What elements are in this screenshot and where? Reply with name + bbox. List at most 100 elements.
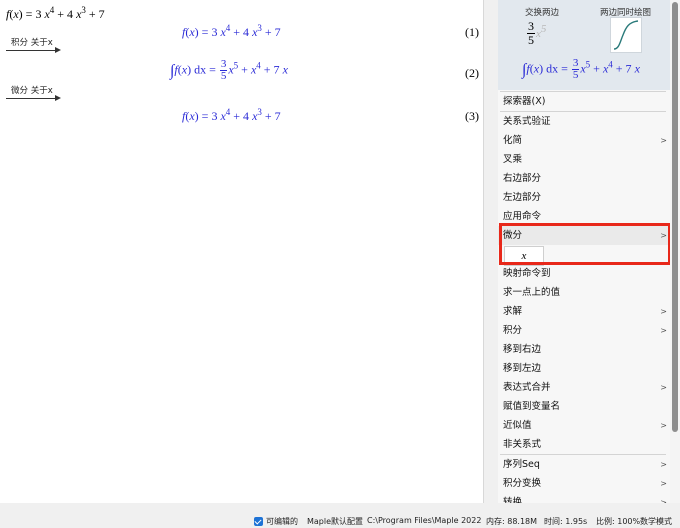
input-expression[interactable]: f(x) = 3 x4 + 4 x3 + 7	[6, 6, 105, 22]
menu-solve[interactable]: 求解 >	[498, 302, 670, 321]
menu-label: 转换	[503, 497, 523, 503]
menu-label: 应用命令	[503, 211, 542, 222]
dx-term: dx	[543, 61, 559, 76]
menu-label: 移到右边	[503, 344, 542, 355]
fraction: 35	[527, 20, 535, 47]
menu-label: 近似值	[503, 420, 532, 431]
worksheet[interactable]: f(x) = 3 x4 + 4 x3 + 7 f(x) = 3 x4 + 4 x…	[0, 0, 484, 503]
plus-term: +	[238, 62, 251, 77]
menu-simplify[interactable]: 化简 >	[498, 131, 670, 150]
menu-assign-to-name[interactable]: 赋值到变量名	[498, 397, 670, 416]
menu-label: 序列Seq	[503, 459, 540, 470]
differentiate-arrow: 微分 关于x	[6, 86, 61, 102]
config-label: Maple默认配置	[307, 517, 364, 526]
var-x: x	[282, 62, 288, 77]
arrow-head-icon	[55, 47, 61, 53]
equals-coef: = 3	[198, 25, 221, 39]
var-x: x	[634, 61, 640, 76]
equation-label-2[interactable]: (2)	[465, 66, 479, 81]
fraction-numerator: 3	[527, 19, 535, 34]
submenu-arrow-icon: >	[660, 136, 667, 145]
output-expression-3[interactable]: f(x) = 3 x4 + 4 x3 + 7	[182, 108, 281, 124]
menu-move-to-right[interactable]: 移到右边	[498, 340, 670, 359]
menu-map-command[interactable]: 映射命令到	[498, 264, 670, 283]
fraction: 35	[571, 58, 580, 81]
menu-evaluate-at-point[interactable]: 求一点上的值	[498, 283, 670, 302]
arrow-label: 微分 关于x	[11, 86, 53, 96]
equals: =	[558, 61, 571, 76]
arrow-label: 积分 关于x	[11, 38, 53, 48]
submenu-arrow-icon: >	[660, 498, 667, 503]
menu-move-to-left[interactable]: 移到左边	[498, 359, 670, 378]
swap-sides-title[interactable]: 交换两边	[525, 6, 559, 18]
dx-term: dx	[191, 62, 207, 77]
plus-term: + 7	[612, 61, 635, 76]
menu-integral-transform[interactable]: 积分变换 >	[498, 474, 670, 493]
menu-label: 移到左边	[503, 363, 542, 374]
menu-label: 探索器(X)	[503, 96, 546, 107]
menu-label: 求一点上的值	[503, 287, 561, 298]
plus-term: + 7	[261, 25, 281, 39]
menu-label: 求解	[503, 306, 523, 317]
editable-checkbox[interactable]	[254, 517, 263, 526]
submenu-arrow-icon: >	[660, 326, 667, 335]
faint-exponent: 5	[540, 23, 547, 36]
panel-scrollbar[interactable]	[670, 0, 680, 503]
scrollbar-thumb[interactable]	[672, 2, 678, 432]
plus-term: + 4	[54, 7, 77, 21]
menu-label: 映射命令到	[503, 268, 551, 279]
integrate-arrow: 积分 关于x	[6, 38, 61, 54]
equals: =	[206, 62, 219, 77]
menu-cross-multiply[interactable]: 叉乘	[498, 150, 670, 169]
menu-combine[interactable]: 表达式合并 >	[498, 378, 670, 397]
preview-area: 交换两边 两边同时绘图 3 5 x5 ∫f(x) dx = 3 5 x5 + x4 + …	[498, 0, 670, 90]
menu-sequence[interactable]: 序列Seq >	[498, 455, 670, 474]
submenu-arrow-icon: >	[660, 421, 667, 430]
menu-label: 左边部分	[503, 192, 542, 203]
menu-right-hand-side[interactable]: 右边部分	[498, 169, 670, 188]
path-label: C:\Program Files\Maple 2022	[367, 516, 482, 525]
integral-preview[interactable]: ∫f(x) dx = 3 5 x5 + x4 + 7 x	[522, 58, 640, 81]
equals-coef: = 3	[198, 109, 221, 123]
swap-sides-preview[interactable]: 3 5 x5	[526, 20, 546, 47]
submenu-arrow-icon: >	[660, 460, 667, 469]
menu-negate-relation[interactable]: 非关系式	[498, 435, 670, 454]
plus-term: + 7	[260, 62, 283, 77]
menu-integrate[interactable]: 积分 >	[498, 321, 670, 340]
fraction-denominator: 5	[220, 70, 227, 82]
menu-left-hand-side[interactable]: 左边部分	[498, 188, 670, 207]
output-expression-2[interactable]: ∫f(x) dx = 3 5 x5 + x4 + 7 x	[170, 59, 288, 82]
menu-label: 关系式验证	[503, 116, 551, 127]
menu-explore[interactable]: 探索器(X)	[498, 92, 670, 111]
menu-convert[interactable]: 转换 >	[498, 493, 670, 503]
output-expression-1[interactable]: f(x) = 3 x4 + 4 x3 + 7	[182, 24, 281, 40]
menu-test-relation[interactable]: 关系式验证	[498, 112, 670, 131]
plot-preview-thumbnail[interactable]	[610, 17, 642, 53]
editable-label: 可编辑的	[266, 517, 298, 526]
menu-label: 化简	[503, 135, 523, 146]
equals-coef: = 3	[22, 7, 45, 21]
fraction-denominator: 5	[572, 69, 579, 81]
menu-label: 右边部分	[503, 173, 542, 184]
menu-approximate[interactable]: 近似值 >	[498, 416, 670, 435]
plus-term: + 4	[230, 25, 253, 39]
arrow-line	[6, 50, 58, 51]
fraction-denominator: 5	[528, 33, 534, 47]
menu-label: 赋值到变量名	[503, 401, 561, 412]
status-bar: 可编辑的 Maple默认配置 C:\Program Files\Maple 20…	[0, 515, 680, 528]
submenu-arrow-icon: >	[660, 383, 667, 392]
memory-label: 内存: 88.18M	[486, 517, 538, 526]
equation-label-1[interactable]: (1)	[465, 25, 479, 40]
arrow-head-icon	[55, 95, 61, 101]
submenu-arrow-icon: >	[660, 307, 667, 316]
zoom-label: 比例: 100%	[596, 517, 641, 526]
plus-term: + 7	[261, 109, 281, 123]
plus-term: + 7	[85, 7, 105, 21]
menu-label: 叉乘	[503, 154, 523, 165]
mode-label[interactable]: 数学模式	[640, 516, 672, 527]
equation-label-3[interactable]: (3)	[465, 109, 479, 124]
highlight-box	[499, 223, 671, 265]
arrow-line	[6, 98, 58, 99]
plot-curve-icon	[613, 20, 639, 50]
menu-label: 非关系式	[503, 439, 542, 450]
